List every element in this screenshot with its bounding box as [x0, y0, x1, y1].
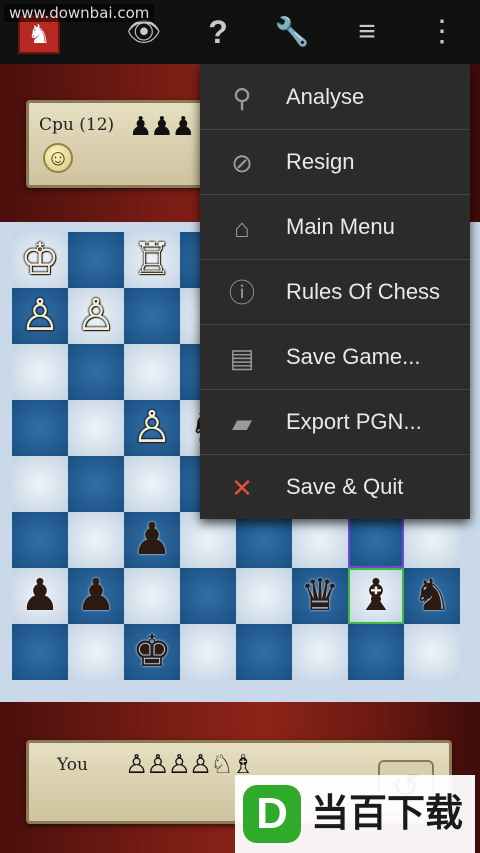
brand-logo-icon: D [243, 785, 301, 843]
menu-item-save-game[interactable]: ▤ Save Game... [200, 325, 470, 389]
board-square[interactable] [12, 344, 68, 400]
board-square[interactable] [68, 232, 124, 288]
chess-piece[interactable]: ♝ [348, 568, 404, 624]
board-square[interactable] [68, 456, 124, 512]
board-square[interactable] [124, 288, 180, 344]
board-square[interactable] [236, 512, 292, 568]
menu-item-label: Main Menu [286, 214, 395, 239]
chess-piece[interactable]: ♖ [124, 232, 180, 288]
overflow-menu: ⚲ Analyse ⊘ Resign ⌂ Main Menu ⓘ Rules Of Chess… [200, 64, 470, 519]
chess-piece[interactable]: ♚ [124, 624, 180, 680]
home-icon: ⌂ [234, 213, 250, 243]
top-player-captured: ♟♟♟ [129, 111, 195, 141]
sort-icon[interactable]: ≡ [345, 12, 389, 52]
overflow-icon[interactable]: ⋮ [420, 12, 464, 52]
help-icon[interactable]: ? [196, 12, 240, 52]
chess-piece[interactable]: ♟ [124, 512, 180, 568]
top-player-name: Cpu (12) [39, 115, 115, 135]
info-icon: ⓘ [228, 278, 255, 308]
board-square[interactable] [68, 624, 124, 680]
board-square[interactable] [68, 512, 124, 568]
top-player-panel: Cpu (12) ♟♟♟ ☺ [26, 100, 222, 188]
board-square[interactable] [12, 400, 68, 456]
menu-item-label: Save & Quit [286, 474, 404, 499]
board-square[interactable] [68, 344, 124, 400]
board-square[interactable] [12, 624, 68, 680]
board-square[interactable] [124, 344, 180, 400]
board-square[interactable] [292, 624, 348, 680]
chess-piece[interactable]: ♛ [292, 568, 348, 624]
chess-piece[interactable]: ♙ [12, 288, 68, 344]
chess-piece[interactable]: ♟ [68, 568, 124, 624]
smiley-icon: ☺ [43, 143, 73, 173]
menu-item-rules-of-chess[interactable]: ⓘ Rules Of Chess [200, 260, 470, 324]
menu-item-label: Rules Of Chess [286, 279, 441, 304]
board-square[interactable] [348, 512, 404, 568]
board-square[interactable] [236, 624, 292, 680]
chess-piece[interactable]: ♟ [12, 568, 68, 624]
bottom-player-captured: ♙♙♙♙♘♗ [125, 749, 255, 779]
bottom-player-name: You [57, 755, 88, 775]
board-square[interactable] [180, 512, 236, 568]
board-square[interactable] [236, 568, 292, 624]
menu-item-export-pgn[interactable]: ▰ Export PGN... [200, 390, 470, 454]
board-square[interactable] [180, 624, 236, 680]
brand-text: 当百下载 [311, 793, 464, 835]
floppy-icon: ▤ [229, 343, 255, 373]
wrench-icon[interactable]: 🔧 [270, 12, 314, 52]
board-square[interactable] [12, 512, 68, 568]
menu-item-resign[interactable]: ⊘ Resign [200, 130, 470, 194]
menu-item-label: Resign [286, 149, 355, 174]
watermark: www.downbai.com [4, 4, 155, 22]
menu-item-analyse[interactable]: ⚲ Analyse [200, 65, 470, 129]
menu-item-main-menu[interactable]: ⌂ Main Menu [200, 195, 470, 259]
menu-item-label: Save Game... [286, 344, 421, 369]
board-square[interactable] [404, 512, 460, 568]
folder-icon: ▰ [232, 408, 252, 438]
menu-item-label: Export PGN... [286, 409, 422, 434]
brand-watermark: D 当百下载 [235, 775, 475, 853]
board-square[interactable] [12, 456, 68, 512]
magnifier-icon: ⚲ [232, 83, 252, 113]
board-square[interactable] [180, 568, 236, 624]
board-square[interactable] [348, 624, 404, 680]
chess-piece[interactable]: ♙ [124, 400, 180, 456]
menu-item-save-quit[interactable]: ✕ Save & Quit [200, 455, 470, 519]
chess-piece[interactable]: ♞ [404, 568, 460, 624]
board-square[interactable] [68, 400, 124, 456]
board-square[interactable] [124, 568, 180, 624]
close-x-icon: ✕ [231, 473, 253, 503]
board-square[interactable] [124, 456, 180, 512]
chess-piece[interactable]: ♙ [68, 288, 124, 344]
board-square[interactable] [292, 512, 348, 568]
chess-piece[interactable]: ♔ [12, 232, 68, 288]
no-entry-icon: ⊘ [231, 148, 253, 178]
menu-item-label: Analyse [286, 84, 365, 109]
board-square[interactable] [404, 624, 460, 680]
